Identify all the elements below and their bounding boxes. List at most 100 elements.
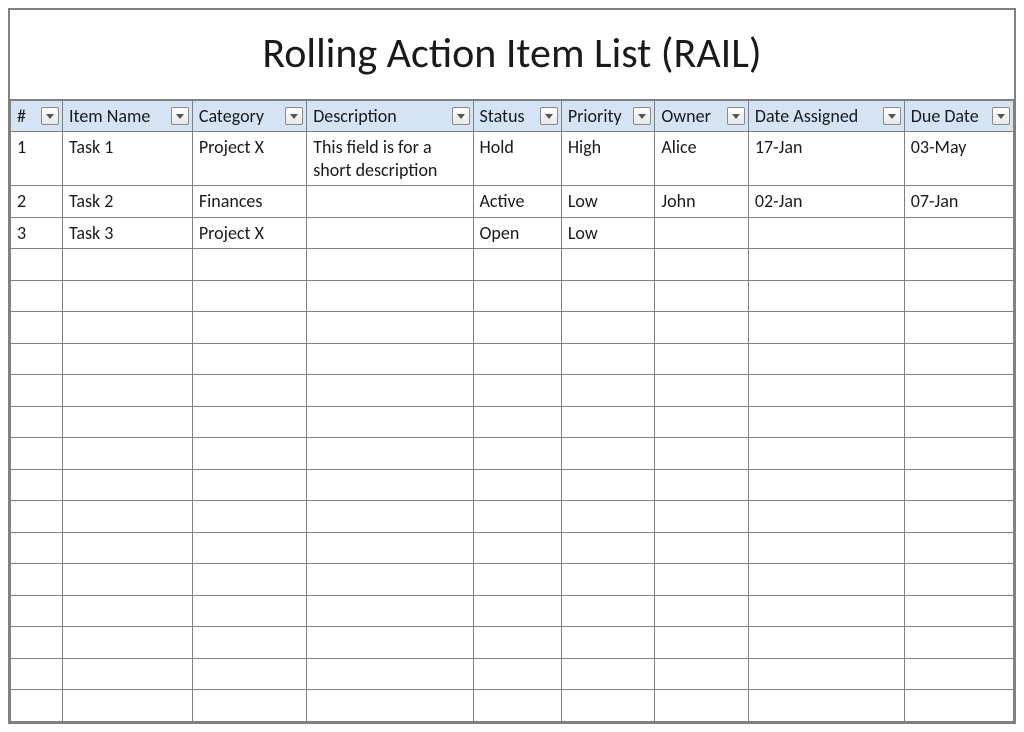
col-header-status[interactable]: Status xyxy=(473,101,561,132)
cell-category[interactable] xyxy=(192,343,306,375)
cell-item_name[interactable] xyxy=(62,532,192,564)
cell-date_assigned[interactable]: 02-Jan xyxy=(748,186,904,218)
cell-id[interactable]: 1 xyxy=(11,132,63,186)
filter-dropdown-icon[interactable] xyxy=(41,107,59,125)
cell-status[interactable]: Open xyxy=(473,217,561,249)
cell-status[interactable] xyxy=(473,564,561,596)
cell-status[interactable] xyxy=(473,438,561,470)
col-header-owner[interactable]: Owner xyxy=(655,101,749,132)
cell-owner[interactable] xyxy=(655,469,749,501)
cell-status[interactable] xyxy=(473,280,561,312)
cell-due_date[interactable] xyxy=(904,280,1013,312)
cell-id[interactable]: 2 xyxy=(11,186,63,218)
cell-priority[interactable]: Low xyxy=(561,186,655,218)
cell-priority[interactable] xyxy=(561,249,655,281)
cell-date_assigned[interactable] xyxy=(748,280,904,312)
cell-item_name[interactable] xyxy=(62,690,192,722)
cell-category[interactable] xyxy=(192,249,306,281)
cell-description[interactable] xyxy=(307,532,473,564)
cell-id[interactable] xyxy=(11,375,63,407)
col-header-id[interactable]: # xyxy=(11,101,63,132)
cell-owner[interactable] xyxy=(655,564,749,596)
cell-owner[interactable] xyxy=(655,217,749,249)
col-header-description[interactable]: Description xyxy=(307,101,473,132)
cell-priority[interactable] xyxy=(561,501,655,533)
cell-id[interactable] xyxy=(11,532,63,564)
cell-status[interactable] xyxy=(473,658,561,690)
cell-owner[interactable] xyxy=(655,690,749,722)
cell-id[interactable] xyxy=(11,627,63,659)
cell-owner[interactable] xyxy=(655,406,749,438)
cell-date_assigned[interactable] xyxy=(748,658,904,690)
cell-item_name[interactable] xyxy=(62,280,192,312)
cell-priority[interactable] xyxy=(561,406,655,438)
cell-item_name[interactable] xyxy=(62,406,192,438)
cell-id[interactable] xyxy=(11,438,63,470)
cell-status[interactable] xyxy=(473,469,561,501)
filter-dropdown-icon[interactable] xyxy=(285,107,303,125)
cell-item_name[interactable] xyxy=(62,343,192,375)
cell-category[interactable] xyxy=(192,469,306,501)
cell-status[interactable]: Active xyxy=(473,186,561,218)
col-header-due_date[interactable]: Due Date xyxy=(904,101,1013,132)
cell-date_assigned[interactable] xyxy=(748,501,904,533)
filter-dropdown-icon[interactable] xyxy=(540,107,558,125)
cell-due_date[interactable] xyxy=(904,438,1013,470)
cell-priority[interactable] xyxy=(561,690,655,722)
cell-item_name[interactable] xyxy=(62,564,192,596)
cell-id[interactable] xyxy=(11,595,63,627)
cell-priority[interactable] xyxy=(561,438,655,470)
cell-due_date[interactable] xyxy=(904,375,1013,407)
cell-owner[interactable] xyxy=(655,375,749,407)
cell-status[interactable] xyxy=(473,595,561,627)
cell-id[interactable] xyxy=(11,658,63,690)
cell-description[interactable] xyxy=(307,406,473,438)
cell-category[interactable] xyxy=(192,375,306,407)
cell-status[interactable] xyxy=(473,249,561,281)
cell-status[interactable] xyxy=(473,532,561,564)
cell-priority[interactable] xyxy=(561,469,655,501)
cell-category[interactable] xyxy=(192,690,306,722)
cell-id[interactable] xyxy=(11,343,63,375)
cell-id[interactable] xyxy=(11,249,63,281)
cell-category[interactable] xyxy=(192,595,306,627)
cell-item_name[interactable]: Task 3 xyxy=(62,217,192,249)
cell-item_name[interactable] xyxy=(62,658,192,690)
cell-status[interactable] xyxy=(473,343,561,375)
col-header-date_assigned[interactable]: Date Assigned xyxy=(748,101,904,132)
cell-date_assigned[interactable] xyxy=(748,343,904,375)
cell-owner[interactable] xyxy=(655,438,749,470)
cell-owner[interactable] xyxy=(655,501,749,533)
cell-priority[interactable] xyxy=(561,312,655,344)
cell-category[interactable] xyxy=(192,532,306,564)
cell-description[interactable] xyxy=(307,627,473,659)
cell-priority[interactable] xyxy=(561,343,655,375)
cell-description[interactable] xyxy=(307,595,473,627)
cell-description[interactable] xyxy=(307,312,473,344)
cell-owner[interactable] xyxy=(655,249,749,281)
cell-description[interactable] xyxy=(307,658,473,690)
cell-description[interactable] xyxy=(307,186,473,218)
cell-status[interactable]: Hold xyxy=(473,132,561,186)
cell-priority[interactable] xyxy=(561,658,655,690)
cell-item_name[interactable] xyxy=(62,249,192,281)
cell-due_date[interactable] xyxy=(904,627,1013,659)
cell-item_name[interactable]: Task 1 xyxy=(62,132,192,186)
cell-status[interactable] xyxy=(473,627,561,659)
cell-description[interactable] xyxy=(307,375,473,407)
cell-id[interactable] xyxy=(11,406,63,438)
cell-due_date[interactable] xyxy=(904,406,1013,438)
filter-dropdown-icon[interactable] xyxy=(633,107,651,125)
cell-id[interactable] xyxy=(11,312,63,344)
cell-priority[interactable]: Low xyxy=(561,217,655,249)
cell-owner[interactable]: Alice xyxy=(655,132,749,186)
cell-id[interactable]: 3 xyxy=(11,217,63,249)
cell-description[interactable] xyxy=(307,501,473,533)
cell-status[interactable] xyxy=(473,406,561,438)
cell-date_assigned[interactable] xyxy=(748,438,904,470)
cell-description[interactable] xyxy=(307,438,473,470)
cell-date_assigned[interactable] xyxy=(748,217,904,249)
cell-category[interactable] xyxy=(192,312,306,344)
cell-due_date[interactable] xyxy=(904,564,1013,596)
cell-due_date[interactable]: 03-May xyxy=(904,132,1013,186)
